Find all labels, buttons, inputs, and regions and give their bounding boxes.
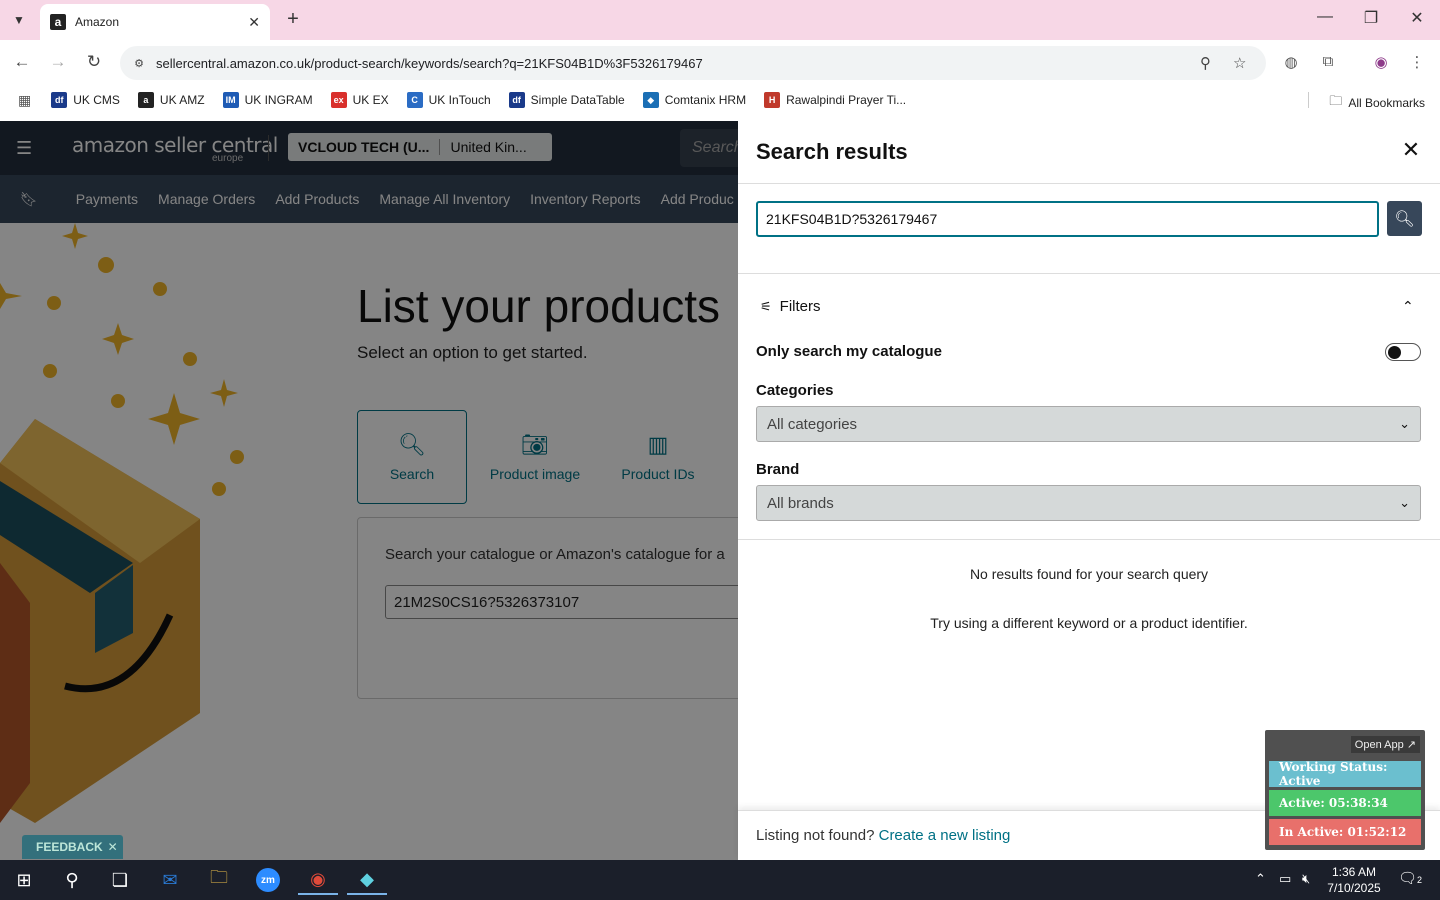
tray-chevron-up-icon[interactable]: ⌃ [1255, 871, 1266, 887]
only-my-catalogue-label: Only search my catalogue [756, 343, 942, 360]
bookmarks-bar: ▦ df UK CMS a UK AMZ IM UK INGRAM ex UK EX C… [0, 85, 1440, 115]
bookmark-favicon-icon: df [508, 92, 525, 108]
back-button[interactable]: ← [11, 52, 33, 72]
volume-muted-icon[interactable]: 🔇︎ [1302, 871, 1310, 887]
bookmark-favicon-icon: H [764, 92, 781, 108]
notification-icon[interactable]: 🗨︎2 [1398, 869, 1422, 887]
feedback-button[interactable]: FEEDBACK ✕ [22, 835, 123, 859]
translate-icon[interactable]: ◍ [1280, 53, 1302, 71]
menu-icon[interactable]: ⋮ [1406, 53, 1428, 71]
sliders-icon: ⚟ [760, 298, 772, 314]
tab-title: Amazon [75, 15, 120, 29]
bookmark-item[interactable]: a UK AMZ [137, 92, 205, 108]
brand-select[interactable]: All brands ⌄ [756, 485, 1421, 521]
bookmarks-divider [1308, 92, 1309, 108]
site-info-icon[interactable]: ⚙ [130, 54, 148, 72]
extensions-icon[interactable]: ⧉ [1317, 53, 1339, 70]
system-clock[interactable]: 1:36 AM 7/10/2025 [1322, 864, 1386, 896]
bookmark-item[interactable]: df UK CMS [51, 92, 120, 108]
close-window-button[interactable]: ✕ [1402, 8, 1432, 28]
bookmark-item[interactable]: df Simple DataTable [508, 92, 625, 108]
minimize-button[interactable]: — [1310, 8, 1340, 26]
bookmark-item[interactable]: ◆ Comtanix HRM [642, 92, 746, 108]
bookmark-item[interactable]: H Rawalpindi Prayer Ti... [764, 92, 906, 108]
new-tab-button[interactable]: + [282, 8, 304, 30]
tab-amazon[interactable]: a Amazon ✕ [40, 4, 270, 40]
bookmark-item[interactable]: IM UK INGRAM [222, 92, 313, 108]
create-listing-link[interactable]: Create a new listing [879, 827, 1011, 844]
task-view-icon[interactable]: ❏ [100, 865, 140, 895]
drawer-title: Search results [756, 139, 908, 164]
folder-icon: 🗀 [1329, 93, 1343, 108]
app-diamond-icon[interactable]: ◆ [347, 865, 387, 895]
restore-button[interactable]: ❐ [1356, 8, 1386, 28]
network-icon[interactable]: ▭ [1279, 871, 1291, 887]
divider [738, 183, 1440, 184]
divider [738, 539, 1440, 540]
chevron-down-icon: ⌄ [1399, 495, 1410, 510]
profile-icon[interactable]: ◉ [1370, 53, 1392, 71]
zoom-app-icon[interactable]: zm [248, 865, 288, 895]
bookmark-favicon-icon: df [51, 92, 68, 108]
chevron-down-icon: ⌄ [1399, 416, 1410, 431]
brand-label: Brand [756, 461, 800, 478]
active-timer: Active: 05:38:34 [1269, 790, 1421, 816]
search-icon[interactable]: ⚲ [52, 865, 92, 895]
bookmark-favicon-icon: ex [330, 92, 347, 108]
listing-not-found: Listing not found? Create a new listing [756, 827, 1011, 844]
bookmark-favicon-icon: a [137, 92, 154, 108]
modal-backdrop[interactable] [0, 121, 738, 860]
amazon-favicon-icon: a [50, 14, 66, 30]
chrome-icon[interactable]: ◉ [298, 865, 338, 895]
apps-grid-icon[interactable]: ▦ [18, 92, 31, 109]
filters-toggle[interactable]: ⚟ Filters [760, 298, 821, 315]
try-again-message: Try using a different keyword or a produ… [930, 615, 1248, 631]
zoom-icon[interactable]: ⚲ [1200, 54, 1211, 72]
only-my-catalogue-toggle[interactable] [1385, 343, 1421, 361]
bookmark-favicon-icon: ◆ [642, 92, 659, 108]
windows-taskbar: ⊞ ⚲ ❏ ✉ 🗀 zm ◉ ◆ ⌃ ▭ 🔇︎ 1:36 AM 7/10/202… [0, 860, 1440, 900]
close-icon[interactable]: ✕ [108, 840, 118, 854]
windows-start-icon[interactable]: ⊞ [4, 865, 44, 895]
bookmark-favicon-icon: IM [222, 92, 239, 108]
close-drawer-icon[interactable]: ✕ [1398, 137, 1424, 163]
outlook-icon[interactable]: ✉ [150, 865, 190, 895]
file-explorer-icon[interactable]: 🗀 [199, 865, 239, 895]
categories-label: Categories [756, 382, 834, 399]
inactive-timer: In Active: 01:52:12 [1269, 819, 1421, 845]
bookmark-item[interactable]: C UK InTouch [406, 92, 491, 108]
seller-central-page: ☰ amazon seller central europe VCLOUD TE… [0, 121, 1440, 860]
divider [738, 273, 1440, 274]
search-icon: 🔍︎ [1394, 210, 1415, 228]
all-bookmarks-button[interactable]: 🗀 All Bookmarks [1329, 92, 1425, 114]
working-status: Working Status: Active [1269, 760, 1421, 788]
browser-toolbar: ← → ↻ ⚙ sellercentral.amazon.co.uk/produ… [0, 40, 1440, 85]
bookmark-item[interactable]: ex UK EX [330, 92, 389, 108]
chevron-up-icon[interactable]: ⌃ [1402, 298, 1414, 315]
close-tab-icon[interactable]: ✕ [248, 14, 260, 31]
forward-button[interactable]: → [47, 52, 69, 72]
address-bar[interactable]: ⚙ sellercentral.amazon.co.uk/product-sea… [120, 46, 1266, 80]
bookmark-favicon-icon: C [406, 92, 423, 108]
open-app-button[interactable]: Open App ↗ [1350, 736, 1420, 753]
reload-button[interactable]: ↻ [83, 52, 105, 72]
search-submit-button[interactable]: 🔍︎ [1387, 201, 1422, 236]
tab-strip: ▼ a Amazon ✕ + — ❐ ✕ [0, 0, 1440, 40]
no-results-message: No results found for your search query [969, 566, 1209, 582]
search-query-input[interactable]: 21KFS04B1D?5326179467 [756, 201, 1379, 237]
bookmark-star-icon[interactable]: ☆ [1233, 54, 1246, 72]
tab-search-button[interactable]: ▼ [6, 7, 32, 33]
url-text[interactable]: sellercentral.amazon.co.uk/product-searc… [156, 56, 703, 71]
categories-select[interactable]: All categories ⌄ [756, 406, 1421, 442]
toggle-knob [1388, 346, 1401, 359]
working-status-widget: Open App ↗ Working Status: Active Active… [1265, 730, 1425, 850]
